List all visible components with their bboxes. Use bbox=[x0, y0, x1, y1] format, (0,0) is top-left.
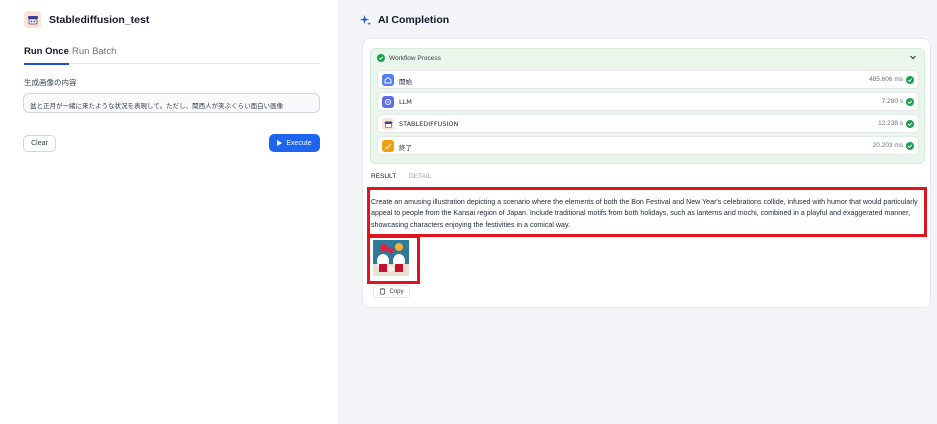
clear-button[interactable]: Clear bbox=[23, 135, 56, 152]
play-icon bbox=[277, 140, 283, 146]
execute-label: Execute bbox=[286, 139, 312, 147]
check-circle-icon bbox=[906, 76, 914, 84]
node-time: 12.238 s bbox=[878, 120, 903, 127]
node-name: 開始 bbox=[399, 78, 412, 86]
completion-card: Workflow Process 開始 485.606 ms LLM 7.280… bbox=[362, 38, 931, 308]
node-time: 485.606 ms bbox=[869, 76, 903, 83]
prompt-label: 生成画像の内容 bbox=[24, 78, 77, 87]
end-icon bbox=[382, 140, 394, 152]
left-panel: Stablediffusion_test Run Once Run Batch … bbox=[0, 0, 338, 424]
highlight-box-text bbox=[367, 187, 927, 237]
workflow-node-stablediffusion[interactable]: STABLEDIFFUSION 12.238 s bbox=[377, 114, 919, 133]
workflow-label: Workflow Process bbox=[389, 54, 441, 62]
app-header: Stablediffusion_test bbox=[24, 11, 149, 28]
execute-button[interactable]: Execute bbox=[269, 134, 320, 152]
app-icon bbox=[24, 11, 41, 28]
workflow-node-end[interactable]: 終了 20.203 ms bbox=[377, 136, 919, 155]
copy-label: Copy bbox=[389, 288, 404, 295]
node-name: LLM bbox=[399, 98, 412, 106]
tab-run-batch[interactable]: Run Batch bbox=[72, 46, 116, 64]
workflow-node-start[interactable]: 開始 485.606 ms bbox=[377, 70, 919, 89]
check-circle-icon bbox=[906, 142, 914, 150]
copy-icon bbox=[380, 288, 386, 295]
right-panel: AI Completion Workflow Process 開始 485.60… bbox=[338, 0, 937, 424]
workflow-process-panel: Workflow Process 開始 485.606 ms LLM 7.280… bbox=[370, 48, 925, 164]
prompt-input[interactable]: 盆と正月が一緒に来たような状況を表現して。ただし、関西人が笑ぶくらい面白い画像 bbox=[23, 93, 320, 113]
check-circle-icon bbox=[377, 54, 385, 62]
llm-icon bbox=[382, 96, 394, 108]
run-mode-tabs: Run Once Run Batch bbox=[24, 46, 320, 65]
workflow-node-llm[interactable]: LLM 7.280 s bbox=[377, 92, 919, 111]
node-time: 7.280 s bbox=[881, 98, 903, 105]
ai-completion-title: AI Completion bbox=[378, 14, 450, 26]
highlight-box-image bbox=[367, 235, 420, 284]
tab-result[interactable]: RESULT bbox=[371, 173, 396, 180]
check-circle-icon bbox=[906, 98, 914, 106]
ai-completion-header: AI Completion bbox=[360, 14, 449, 26]
check-circle-icon bbox=[906, 120, 914, 128]
copy-button[interactable]: Copy bbox=[373, 285, 410, 298]
stablediffusion-icon bbox=[382, 118, 394, 130]
home-icon bbox=[382, 74, 394, 86]
chevron-down-icon[interactable] bbox=[909, 53, 917, 61]
node-name: 終了 bbox=[399, 144, 412, 152]
sparkle-icon bbox=[360, 14, 371, 26]
app-title: Stablediffusion_test bbox=[49, 13, 150, 26]
node-time: 20.203 ms bbox=[872, 142, 903, 149]
node-name: STABLEDIFFUSION bbox=[399, 120, 459, 128]
tab-run-once[interactable]: Run Once bbox=[24, 46, 69, 65]
tab-detail[interactable]: DETAIL bbox=[409, 173, 431, 180]
workflow-header[interactable]: Workflow Process bbox=[377, 54, 441, 62]
